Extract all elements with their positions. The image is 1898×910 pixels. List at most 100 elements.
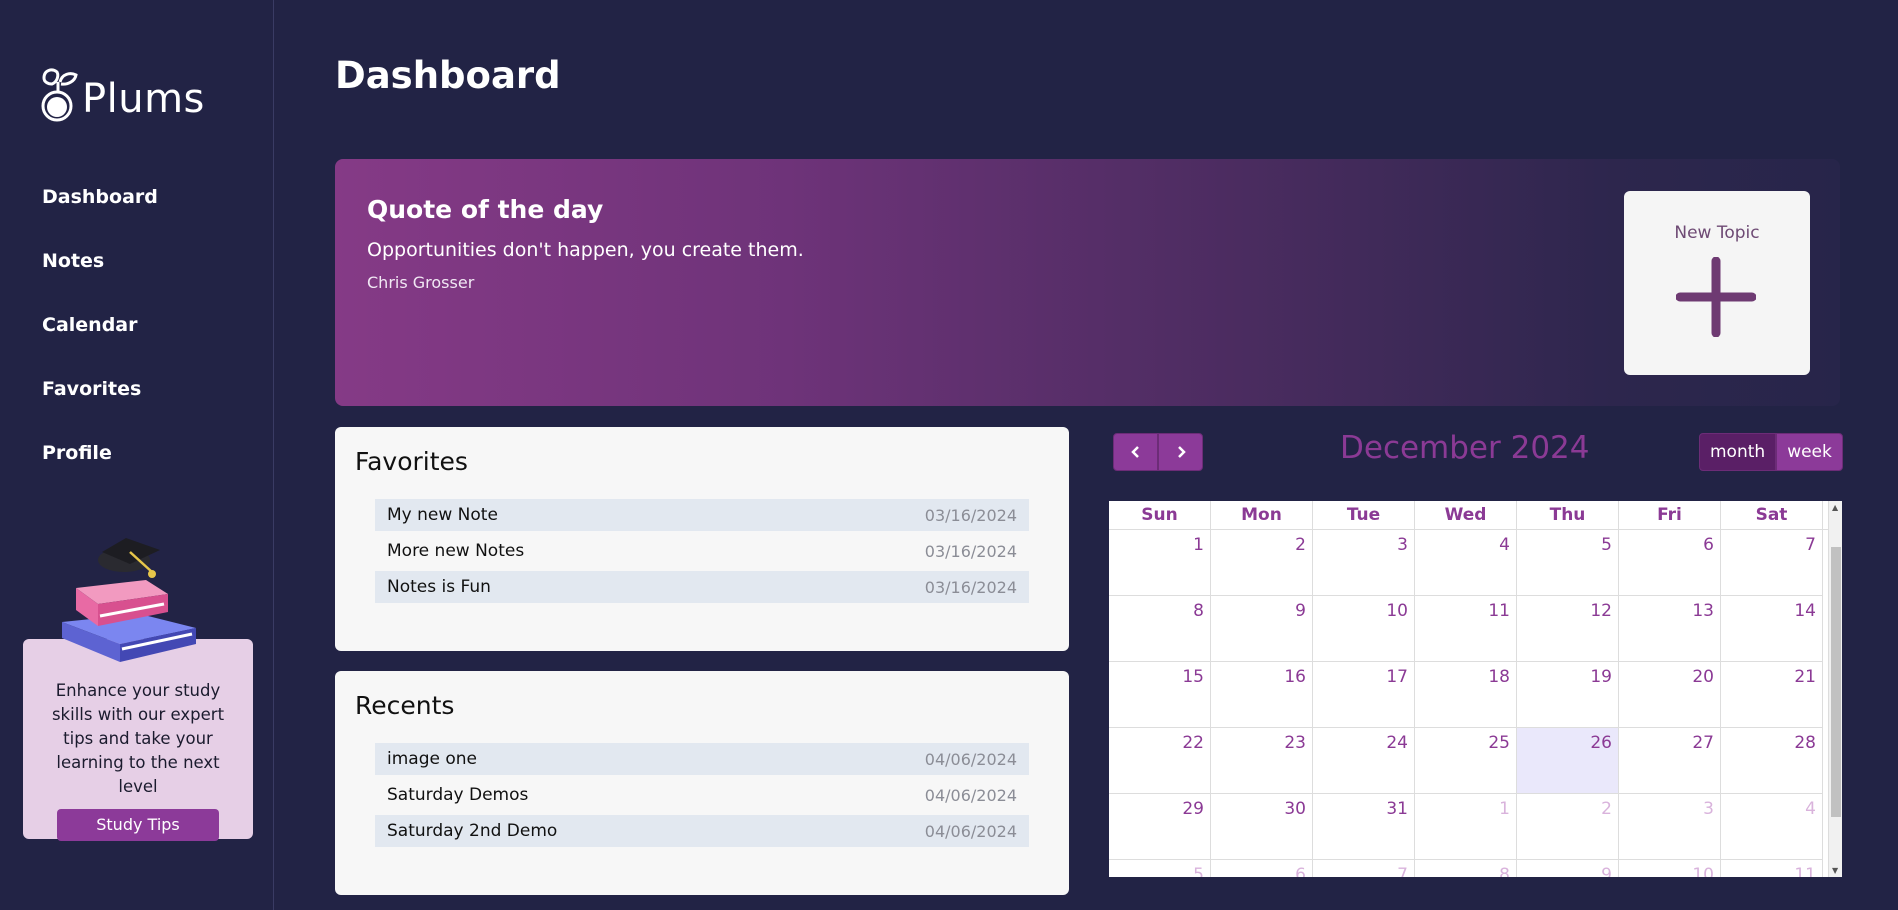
recents-panel: Recents image one 04/06/2024 Saturday De…: [335, 671, 1069, 895]
calendar-day[interactable]: 11: [1415, 596, 1517, 662]
sidebar-nav: Dashboard Notes Calendar Favorites Profi…: [42, 182, 158, 502]
calendar-day[interactable]: 9: [1211, 596, 1313, 662]
list-item[interactable]: Saturday 2nd Demo 04/06/2024: [375, 815, 1029, 847]
calendar-day[interactable]: 2: [1211, 530, 1313, 596]
calendar-day-other-month[interactable]: 8: [1415, 860, 1517, 877]
app-logo[interactable]: Plums: [38, 66, 205, 122]
calendar-day[interactable]: 20: [1619, 662, 1721, 728]
sidebar-item-favorites[interactable]: Favorites: [42, 374, 158, 438]
calendar-view-toggle: month week: [1699, 433, 1843, 471]
favorites-title: Favorites: [355, 447, 468, 476]
plum-logo-icon: [41, 68, 78, 122]
calendar-day[interactable]: 28: [1721, 728, 1823, 794]
calendar-day[interactable]: 15: [1109, 662, 1211, 728]
view-week-button[interactable]: week: [1776, 433, 1843, 471]
calendar-prev-button[interactable]: [1113, 433, 1158, 471]
recents-title: Recents: [355, 691, 455, 720]
weekday-tue: Tue: [1313, 501, 1415, 530]
calendar-day[interactable]: 22: [1109, 728, 1211, 794]
list-item[interactable]: Saturday Demos 04/06/2024: [375, 775, 1029, 815]
calendar-day[interactable]: 25: [1415, 728, 1517, 794]
calendar-nav: [1113, 433, 1203, 471]
sidebar-item-calendar[interactable]: Calendar: [42, 310, 158, 374]
calendar-day-other-month[interactable]: 11: [1721, 860, 1823, 877]
sidebar-item-profile[interactable]: Profile: [42, 438, 158, 502]
sidebar: Plums Dashboard Notes Calendar Favorites…: [0, 0, 274, 910]
list-item[interactable]: image one 04/06/2024: [375, 743, 1029, 775]
calendar-grid: Sun Mon Tue Wed Thu Fri Sat 1 2 3 4 5 6 7 8 9 10 11 12 13 1…: [1109, 501, 1842, 877]
weekday-thu: Thu: [1517, 501, 1619, 530]
weekday-sun: Sun: [1109, 501, 1211, 530]
calendar-day[interactable]: 18: [1415, 662, 1517, 728]
calendar-day[interactable]: 26: [1517, 728, 1619, 794]
calendar-day[interactable]: 1: [1109, 530, 1211, 596]
calendar-day[interactable]: 29: [1109, 794, 1211, 860]
list-item-title: Saturday 2nd Demo: [387, 821, 558, 841]
calendar-day[interactable]: 8: [1109, 596, 1211, 662]
calendar-day[interactable]: 3: [1313, 530, 1415, 596]
app-name: Plums: [82, 76, 205, 122]
scrollbar-thumb[interactable]: [1831, 547, 1841, 817]
calendar-day[interactable]: 6: [1619, 530, 1721, 596]
view-month-button[interactable]: month: [1699, 433, 1777, 471]
calendar-day[interactable]: 31: [1313, 794, 1415, 860]
quote-author: Chris Grosser: [367, 273, 475, 292]
sidebar-item-notes[interactable]: Notes: [42, 246, 158, 310]
calendar-next-button[interactable]: [1158, 433, 1203, 471]
calendar-day-other-month[interactable]: 10: [1619, 860, 1721, 877]
list-item-title: Saturday Demos: [387, 785, 529, 805]
list-item[interactable]: My new Note 03/16/2024: [375, 499, 1029, 531]
calendar-day-other-month[interactable]: 1: [1415, 794, 1517, 860]
weekday-mon: Mon: [1211, 501, 1313, 530]
recents-list: image one 04/06/2024 Saturday Demos 04/0…: [375, 743, 1029, 847]
scroll-down-icon[interactable]: ▼: [1832, 866, 1838, 875]
favorites-panel: Favorites My new Note 03/16/2024 More ne…: [335, 427, 1069, 651]
calendar-day[interactable]: 14: [1721, 596, 1823, 662]
list-item-date: 04/06/2024: [924, 785, 1017, 805]
calendar-day-other-month[interactable]: 7: [1313, 860, 1415, 877]
list-item-title: My new Note: [387, 505, 498, 525]
calendar-day[interactable]: 21: [1721, 662, 1823, 728]
chevron-right-icon: [1177, 446, 1186, 458]
quote-heading: Quote of the day: [367, 195, 604, 224]
calendar-title: December 2024: [1340, 430, 1590, 466]
calendar-day[interactable]: 7: [1721, 530, 1823, 596]
calendar-day-other-month[interactable]: 4: [1721, 794, 1823, 860]
scroll-up-icon[interactable]: ▲: [1832, 503, 1838, 512]
calendar-day-other-month[interactable]: 2: [1517, 794, 1619, 860]
study-tips-text: Enhance your study skills with our exper…: [51, 681, 225, 796]
calendar-day[interactable]: 23: [1211, 728, 1313, 794]
favorites-list: My new Note 03/16/2024 More new Notes 03…: [375, 499, 1029, 603]
calendar-day[interactable]: 12: [1517, 596, 1619, 662]
page-title: Dashboard: [335, 54, 561, 97]
calendar-day[interactable]: 10: [1313, 596, 1415, 662]
calendar-day[interactable]: 17: [1313, 662, 1415, 728]
calendar-weekday-header: Sun Mon Tue Wed Thu Fri Sat: [1109, 501, 1842, 530]
list-item-date: 04/06/2024: [924, 821, 1017, 841]
list-item[interactable]: More new Notes 03/16/2024: [375, 531, 1029, 571]
list-item-title: More new Notes: [387, 541, 525, 561]
calendar-day[interactable]: 30: [1211, 794, 1313, 860]
calendar-day[interactable]: 5: [1517, 530, 1619, 596]
list-item[interactable]: Notes is Fun 03/16/2024: [375, 571, 1029, 603]
calendar-day[interactable]: 24: [1313, 728, 1415, 794]
chevron-left-icon: [1130, 446, 1139, 458]
new-topic-button[interactable]: New Topic: [1624, 191, 1810, 375]
calendar-day-other-month[interactable]: 3: [1619, 794, 1721, 860]
calendar-day[interactable]: 27: [1619, 728, 1721, 794]
study-tips-button[interactable]: Study Tips: [57, 809, 219, 841]
calendar-day[interactable]: 19: [1517, 662, 1619, 728]
weekday-fri: Fri: [1619, 501, 1721, 530]
quote-banner: Quote of the day Opportunities don't hap…: [335, 159, 1840, 406]
calendar-day-other-month[interactable]: 6: [1211, 860, 1313, 877]
calendar-day[interactable]: 13: [1619, 596, 1721, 662]
calendar-day[interactable]: 4: [1415, 530, 1517, 596]
calendar-day-other-month[interactable]: 5: [1109, 860, 1211, 877]
sidebar-item-dashboard[interactable]: Dashboard: [42, 182, 158, 246]
calendar-day[interactable]: 16: [1211, 662, 1313, 728]
weekday-wed: Wed: [1415, 501, 1517, 530]
list-item-date: 03/16/2024: [924, 541, 1017, 561]
new-topic-label: New Topic: [1674, 223, 1760, 243]
calendar-scrollbar[interactable]: ▲ ▼: [1828, 501, 1842, 877]
calendar-day-other-month[interactable]: 9: [1517, 860, 1619, 877]
